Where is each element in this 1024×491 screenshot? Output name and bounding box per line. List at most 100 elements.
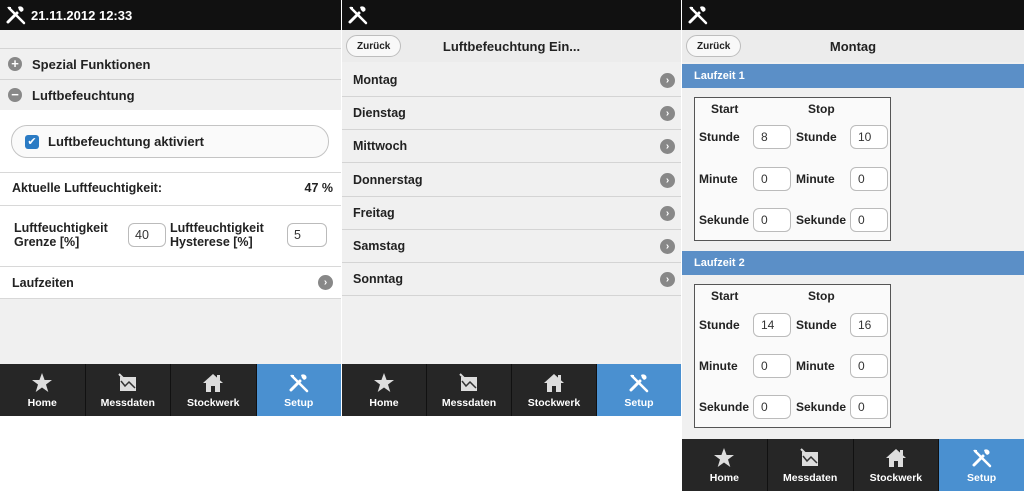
day-row-mittwoch[interactable]: Mittwoch › (342, 130, 681, 163)
collapsible-label: Luftbefeuchtung (32, 87, 135, 103)
panel-humidity-settings: 21.11.2012 12:33 + Spezial Funktionen − … (0, 0, 341, 416)
start-minute-input[interactable]: 0 (753, 167, 791, 191)
nav-setup[interactable]: Setup (256, 364, 341, 416)
status-bar (342, 0, 681, 30)
checkmark-icon: ✔ (25, 134, 39, 149)
minute-label: Minute (699, 172, 738, 186)
page-header: Montag Zurück (682, 30, 1024, 62)
hour-label: Stunde (699, 318, 740, 332)
stop-minute-input[interactable]: 0 (850, 354, 888, 378)
nav-stockwerk[interactable]: Stockwerk (171, 364, 257, 416)
house-icon (544, 373, 564, 392)
nav-home[interactable]: Home (342, 364, 427, 416)
minus-icon: − (8, 88, 22, 102)
divider (0, 298, 341, 299)
hysteresis-input[interactable]: 5 (287, 223, 327, 247)
start-minute-input[interactable]: 0 (753, 354, 791, 378)
nav-messdaten[interactable]: Messdaten (427, 364, 512, 416)
day-label: Dienstag (353, 106, 406, 120)
plus-icon: + (8, 57, 22, 71)
day-row-sonntag[interactable]: Sonntag › (342, 263, 681, 296)
star-icon (374, 372, 394, 392)
datetime-label: 21.11.2012 12:33 (31, 7, 133, 23)
chevron-right-icon: › (660, 206, 675, 221)
nav-messdaten[interactable]: Messdaten (768, 439, 854, 491)
limit-label-line2: Grenze [%] (14, 235, 80, 249)
second-label: Sekunde (796, 400, 847, 414)
nav-label: Setup (624, 396, 654, 409)
stop-column-label: Stop (808, 289, 835, 303)
day-label: Donnerstag (353, 173, 423, 187)
second-label: Sekunde (699, 213, 750, 227)
nav-label: Setup (967, 471, 997, 484)
bottom-nav: Home Messdaten Stockwerk Setup (0, 364, 341, 416)
panel-runtime-editor: Montag Zurück Laufzeit 1 Start Stop Stun… (682, 0, 1024, 491)
start-second-input[interactable]: 0 (753, 395, 791, 419)
nav-label: Stockwerk (186, 396, 240, 409)
second-label: Sekunde (699, 400, 750, 414)
nav-setup[interactable]: Setup (597, 364, 681, 416)
laufzeiten-row[interactable]: Laufzeiten › (0, 267, 341, 298)
chart-icon (800, 447, 820, 467)
minute-label: Minute (796, 172, 835, 186)
chevron-right-icon: › (660, 272, 675, 287)
limit-input[interactable]: 40 (128, 223, 166, 247)
day-row-samstag[interactable]: Samstag › (342, 230, 681, 263)
start-second-input[interactable]: 0 (753, 208, 791, 232)
day-label: Samstag (353, 239, 406, 253)
page-header: Luftbefeuchtung Ein... Zurück (342, 30, 681, 62)
nav-messdaten[interactable]: Messdaten (86, 364, 171, 416)
humidity-enabled-checkbox[interactable]: ✔ Luftbefeuchtung aktiviert (11, 125, 329, 158)
divider (0, 172, 341, 173)
chevron-right-icon: › (660, 106, 675, 121)
house-icon (203, 373, 224, 392)
nav-stockwerk[interactable]: Stockwerk (512, 364, 597, 416)
chevron-right-icon: › (660, 239, 675, 254)
start-column-label: Start (711, 289, 739, 303)
hour-label: Stunde (699, 130, 740, 144)
day-label: Mittwoch (353, 139, 408, 153)
panel-day-list: Luftbefeuchtung Ein... Zurück Montag › D… (342, 0, 681, 416)
start-hour-input[interactable]: 14 (753, 313, 791, 337)
nav-setup[interactable]: Setup (939, 439, 1024, 491)
nav-home[interactable]: Home (682, 439, 768, 491)
minute-label: Minute (796, 359, 835, 373)
hysteresis-label-line1: Luftfeuchtigkeit (170, 221, 264, 235)
chart-icon (117, 372, 137, 392)
start-column-label: Start (711, 102, 739, 116)
bottom-nav: Home Messdaten Stockwerk Setup (342, 364, 681, 416)
chevron-right-icon: › (318, 275, 333, 290)
chart-icon (459, 372, 478, 392)
section-header-laufzeit-2: Laufzeit 2 (682, 251, 1024, 275)
stop-hour-input[interactable]: 16 (850, 313, 888, 337)
day-row-montag[interactable]: Montag › (342, 64, 681, 97)
back-button[interactable]: Zurück (686, 35, 742, 57)
tools-icon (971, 447, 992, 467)
nav-label: Messdaten (441, 396, 497, 409)
stop-column-label: Stop (808, 102, 835, 116)
divider (0, 205, 341, 206)
checkbox-label: Luftbefeuchtung aktiviert (48, 134, 205, 149)
humidity-value: 47 % (304, 181, 334, 195)
nav-home[interactable]: Home (0, 364, 86, 416)
nav-stockwerk[interactable]: Stockwerk (854, 439, 940, 491)
collapsible-luftbefeuchtung[interactable]: − Luftbefeuchtung (0, 79, 341, 110)
chevron-right-icon: › (660, 139, 675, 154)
start-hour-input[interactable]: 8 (753, 125, 791, 149)
back-button[interactable]: Zurück (346, 35, 402, 57)
stop-second-input[interactable]: 0 (850, 395, 888, 419)
section-header-laufzeit-1: Laufzeit 1 (682, 64, 1024, 88)
stop-second-input[interactable]: 0 (850, 208, 888, 232)
day-row-freitag[interactable]: Freitag › (342, 197, 681, 230)
humidity-label: Aktuelle Luftfeuchtigkeit: (12, 181, 163, 195)
nav-label: Stockwerk (527, 396, 581, 409)
day-label: Freitag (353, 206, 395, 220)
chevron-right-icon: › (660, 173, 675, 188)
day-row-dienstag[interactable]: Dienstag › (342, 97, 681, 130)
bottom-nav: Home Messdaten Stockwerk Setup (682, 439, 1024, 491)
nav-label: Setup (284, 396, 314, 409)
stop-minute-input[interactable]: 0 (850, 167, 888, 191)
collapsible-spezial-funktionen[interactable]: + Spezial Funktionen (0, 48, 341, 79)
stop-hour-input[interactable]: 10 (850, 125, 888, 149)
day-row-donnerstag[interactable]: Donnerstag › (342, 164, 681, 197)
